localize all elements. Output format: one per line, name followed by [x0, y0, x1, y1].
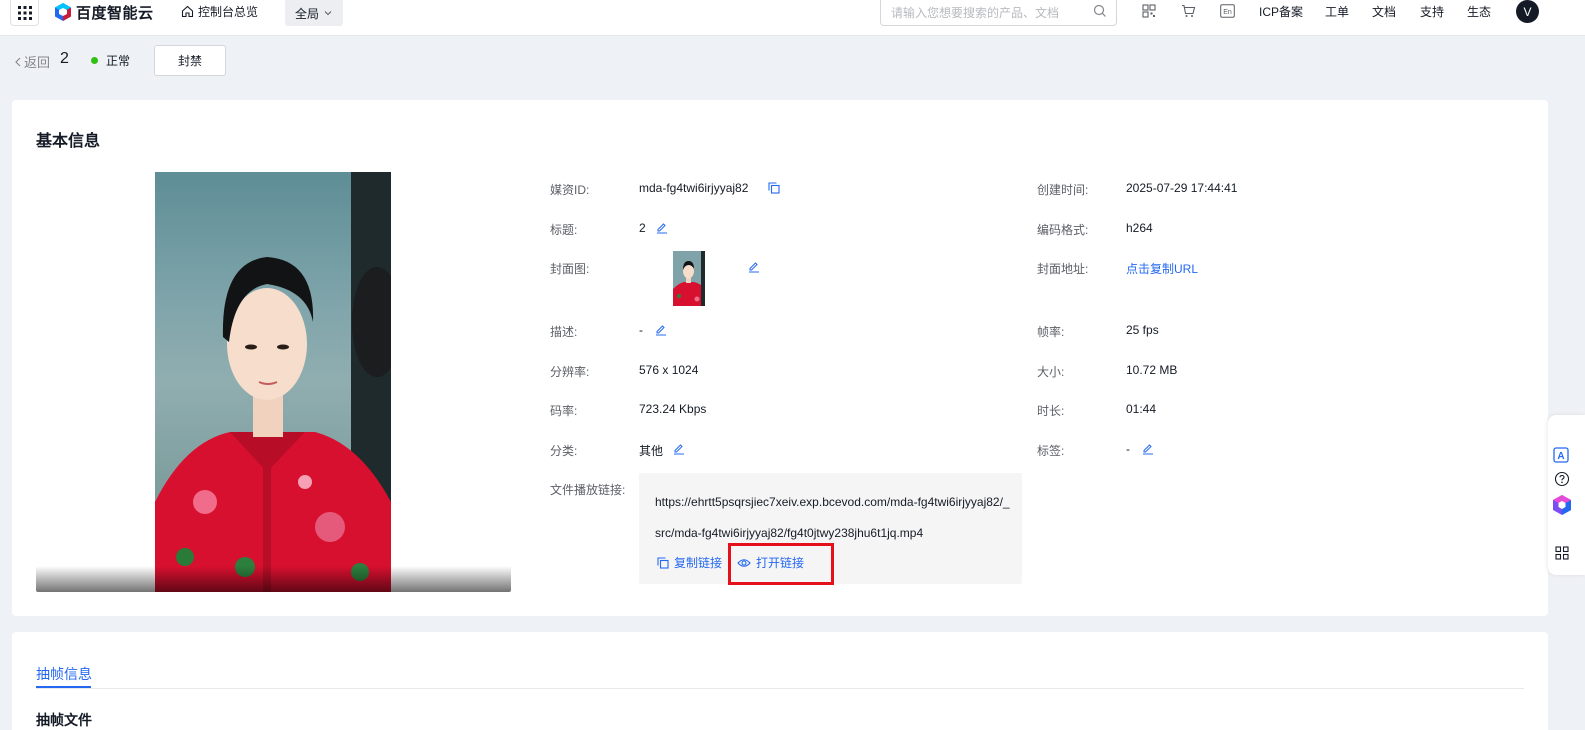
codec-value: h264: [1126, 221, 1153, 235]
play-url-label: 文件播放链接:: [550, 483, 626, 497]
category-label: 分类:: [550, 444, 578, 458]
language-icon-text: En: [1223, 9, 1232, 16]
copy-icon[interactable]: [768, 182, 780, 194]
resolution-label: 分辨率:: [550, 365, 590, 379]
help-icon[interactable]: [1552, 469, 1572, 489]
cart-icon[interactable]: [1180, 3, 1196, 19]
status-dot-icon: [91, 57, 98, 64]
cover-url-label: 封面地址:: [1037, 262, 1089, 276]
top-navigation-bar: 百度智能云 控制台总览 全局 En ICP备案 工单 文档 支持 生态 V: [0, 0, 1585, 36]
cover-label: 封面图:: [550, 262, 590, 276]
media-id-value: mda-fg4twi6irjyyaj82: [639, 181, 749, 195]
description-label: 描述:: [550, 325, 578, 339]
size-label: 大小:: [1037, 365, 1065, 379]
product-menu-grid-icon[interactable]: [10, 0, 39, 26]
ecosystem-link[interactable]: 生态: [1467, 3, 1491, 20]
console-home-label: 控制台总览: [198, 5, 259, 19]
tab-frame-info[interactable]: 抽帧信息: [36, 664, 92, 684]
global-search-box: [880, 0, 1117, 26]
edit-cover-icon[interactable]: [748, 261, 760, 273]
icp-link[interactable]: ICP备案: [1259, 3, 1303, 20]
frame-files-title: 抽帧文件: [36, 712, 92, 728]
highlight-box: [728, 543, 834, 585]
search-icon[interactable]: [1093, 4, 1107, 18]
region-scope-select[interactable]: 全局: [285, 0, 343, 26]
created-time-label: 创建时间:: [1037, 183, 1089, 197]
copy-link-label: 复制链接: [674, 556, 723, 570]
page-title: 2: [60, 50, 69, 67]
tags-label: 标签:: [1037, 444, 1065, 458]
video-controls-bar[interactable]: [36, 566, 511, 592]
status-label: 正常: [106, 54, 131, 68]
bitrate-value: 723.24 Kbps: [639, 402, 707, 416]
support-link[interactable]: 支持: [1420, 3, 1444, 20]
qrcode-icon[interactable]: [1141, 3, 1157, 19]
baidu-cloud-logo-icon: [55, 3, 71, 21]
category-value: 其他: [639, 444, 664, 458]
resolution-value: 576 x 1024: [639, 363, 699, 377]
back-link[interactable]: 返回: [14, 52, 50, 71]
play-url-text: https://ehrtt5psqrsjiec7xeiv.exp.bcevod.…: [655, 495, 1010, 540]
bitrate-label: 码率:: [550, 404, 578, 418]
apps-grid-icon[interactable]: [1552, 543, 1572, 563]
edit-tags-icon[interactable]: [1142, 443, 1154, 455]
edit-category-icon[interactable]: [673, 443, 685, 455]
home-icon: [181, 5, 194, 18]
size-value: 10.72 MB: [1126, 363, 1178, 377]
edit-description-icon[interactable]: [655, 324, 667, 336]
tab-divider: [36, 688, 1524, 689]
console-home-link[interactable]: 控制台总览: [181, 3, 258, 20]
status-badge: 正常: [91, 52, 130, 69]
copy-link-button[interactable]: 复制链接: [657, 554, 722, 571]
scope-label: 全局: [294, 6, 319, 21]
back-label: 返回: [24, 55, 51, 70]
baidu-cloud-logo[interactable]: 百度智能云: [53, 2, 154, 22]
tags-value: -: [1126, 442, 1130, 456]
svg-text:A: A: [1557, 451, 1564, 462]
title-label: 标题:: [550, 223, 578, 237]
copy-icon: [657, 556, 669, 569]
video-frame-image: [155, 172, 391, 592]
user-avatar[interactable]: V: [1516, 0, 1539, 23]
ban-button[interactable]: 封禁: [154, 45, 226, 76]
ticket-link[interactable]: 工单: [1325, 3, 1349, 20]
media-id-label: 媒资ID:: [550, 183, 590, 197]
title-value: 2: [639, 221, 646, 235]
edit-title-icon[interactable]: [656, 222, 668, 234]
created-time-value: 2025-07-29 17:44:41: [1126, 181, 1238, 195]
chevron-down-icon: [324, 11, 332, 16]
frames-card: 抽帧信息 抽帧文件: [12, 632, 1548, 730]
cover-thumbnail[interactable]: [673, 251, 705, 306]
basic-info-card: 基本信息 媒资ID: mda-fg4twi6irjyyaj82 标题: 2 封面…: [12, 100, 1548, 616]
docs-link[interactable]: 文档: [1372, 3, 1396, 20]
duration-value: 01:44: [1126, 402, 1157, 416]
description-value: -: [639, 323, 643, 337]
duration-label: 时长:: [1037, 404, 1065, 418]
translate-icon[interactable]: A: [1551, 445, 1571, 465]
codec-label: 编码格式:: [1037, 223, 1089, 237]
floating-tool-rail: A: [1548, 415, 1585, 575]
language-icon[interactable]: En: [1219, 3, 1236, 19]
section-title: 基本信息: [36, 133, 101, 150]
copy-cover-url-link[interactable]: 点击复制URL: [1126, 260, 1198, 277]
ai-assistant-icon[interactable]: [1550, 493, 1574, 517]
chevron-left-icon: [15, 57, 21, 66]
logo-text: 百度智能云: [76, 4, 154, 22]
search-input[interactable]: [891, 5, 1081, 20]
video-player[interactable]: [36, 172, 511, 592]
fps-label: 帧率:: [1037, 325, 1065, 339]
fps-value: 25 fps: [1126, 323, 1159, 337]
